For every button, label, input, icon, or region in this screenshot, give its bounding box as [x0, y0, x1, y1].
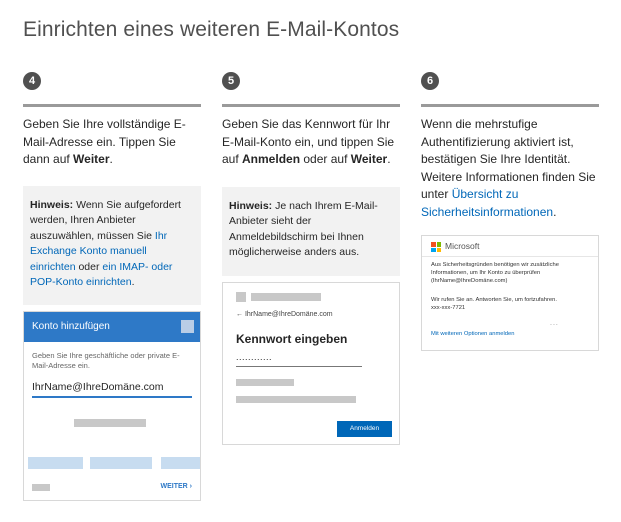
phone-number: xxx-xxx-7721	[431, 304, 466, 311]
step-5: 5 Geben Sie das Kennwort für Ihr E-Mail-…	[222, 72, 400, 276]
more-icon: ...	[550, 320, 559, 327]
provider-tile	[28, 457, 83, 469]
provider-tile	[161, 457, 200, 469]
password-field[interactable]: ............	[236, 352, 272, 362]
password-mockup: ← IhrName@IhreDomäne.com Kennwort eingeb…	[222, 282, 400, 445]
next-button[interactable]: WEITER ›	[160, 483, 192, 490]
other-options-link[interactable]: Mit weiteren Optionen anmelden	[431, 331, 514, 337]
note-box: Hinweis: Je nach Ihrem E-Mail-Anbieter s…	[222, 186, 400, 276]
step-divider	[222, 104, 400, 107]
back-arrow-icon[interactable]: ←	[236, 311, 243, 318]
step-number-badge: 4	[23, 72, 41, 90]
step-instruction: Geben Sie Ihre vollständige E-Mail-Adres…	[23, 117, 186, 166]
step-number-badge: 6	[421, 72, 439, 90]
provider-tile	[90, 457, 152, 469]
placeholder-block	[236, 292, 246, 302]
placeholder-bar	[236, 396, 356, 403]
step-instruction: Geben Sie das Kennwort für Ihr E-Mail-Ko…	[222, 117, 395, 166]
brand-name: Microsoft	[445, 241, 480, 251]
step-number-badge: 5	[222, 72, 240, 90]
step-divider	[421, 104, 599, 107]
call-text: Wir rufen Sie an. Antworten Sie, um fort…	[431, 297, 593, 313]
mockup-subtitle: Geben Sie Ihre geschäftliche oder privat…	[32, 351, 180, 370]
step-instruction: Wenn die mehrstufige Authentifizierung a…	[421, 117, 596, 219]
chevron-right-icon: ›	[189, 483, 192, 490]
step-6: 6 Wenn die mehrstufige Authentifizierung…	[421, 72, 599, 221]
placeholder-bar	[236, 379, 294, 386]
password-underline	[236, 366, 362, 367]
placeholder-bar	[32, 484, 50, 491]
note-box: Hinweis: Wenn Sie aufgefordert werden, I…	[23, 185, 201, 305]
account-email: ← IhrName@IhreDomäne.com	[236, 311, 333, 318]
mockup-header: Konto hinzufügen	[24, 312, 200, 342]
verification-text: Aus Sicherheitsgründen benötigen wir zus…	[431, 262, 559, 284]
add-account-mockup: Konto hinzufügen Geben Sie Ihre geschäft…	[23, 311, 201, 501]
password-title: Kennwort eingeben	[236, 332, 348, 346]
placeholder-bar	[74, 419, 146, 427]
step-divider	[23, 104, 201, 107]
email-field[interactable]: IhrName@IhreDomäne.com	[32, 381, 192, 398]
page-title: Einrichten eines weiteren E-Mail-Kontos	[23, 18, 400, 41]
placeholder-bar	[251, 293, 321, 301]
mfa-mockup: Microsoft Aus Sicherheitsgründen benötig…	[421, 235, 599, 351]
step-4: 4 Geben Sie Ihre vollständige E-Mail-Adr…	[23, 72, 201, 305]
divider	[422, 256, 598, 257]
header-square-icon	[181, 320, 194, 333]
microsoft-logo-icon	[431, 242, 441, 252]
sign-in-button[interactable]: Anmelden	[337, 421, 392, 437]
